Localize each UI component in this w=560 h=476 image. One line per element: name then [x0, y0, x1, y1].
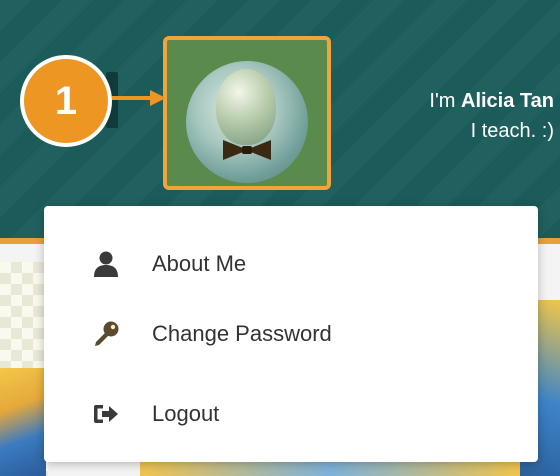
step-callout-badge: 1 [20, 55, 112, 147]
menu-item-change-password[interactable]: Change Password [44, 306, 538, 362]
user-name: Alicia Tan [461, 90, 554, 112]
menu-item-logout[interactable]: Logout [44, 382, 538, 446]
menu-item-label: Change Password [152, 321, 332, 346]
menu-item-label: About Me [152, 251, 247, 276]
menu-item-label: Logout [152, 401, 220, 426]
user-icon [94, 251, 118, 277]
user-tagline: I teach. :) [470, 120, 554, 142]
callout-arrow-icon [112, 90, 166, 106]
step-number: 1 [54, 78, 78, 123]
bowtie-icon [223, 140, 271, 160]
avatar[interactable] [186, 61, 308, 183]
background-artwork [0, 368, 46, 476]
greeting-prefix: I'm [429, 90, 461, 112]
menu-item-about-me[interactable]: About Me [44, 232, 538, 296]
key-icon [95, 321, 119, 346]
avatar-egg-figure [216, 69, 276, 145]
user-greeting: I'm Alicia Tan I teach. :) [340, 86, 554, 146]
sign-out-icon [94, 405, 118, 423]
